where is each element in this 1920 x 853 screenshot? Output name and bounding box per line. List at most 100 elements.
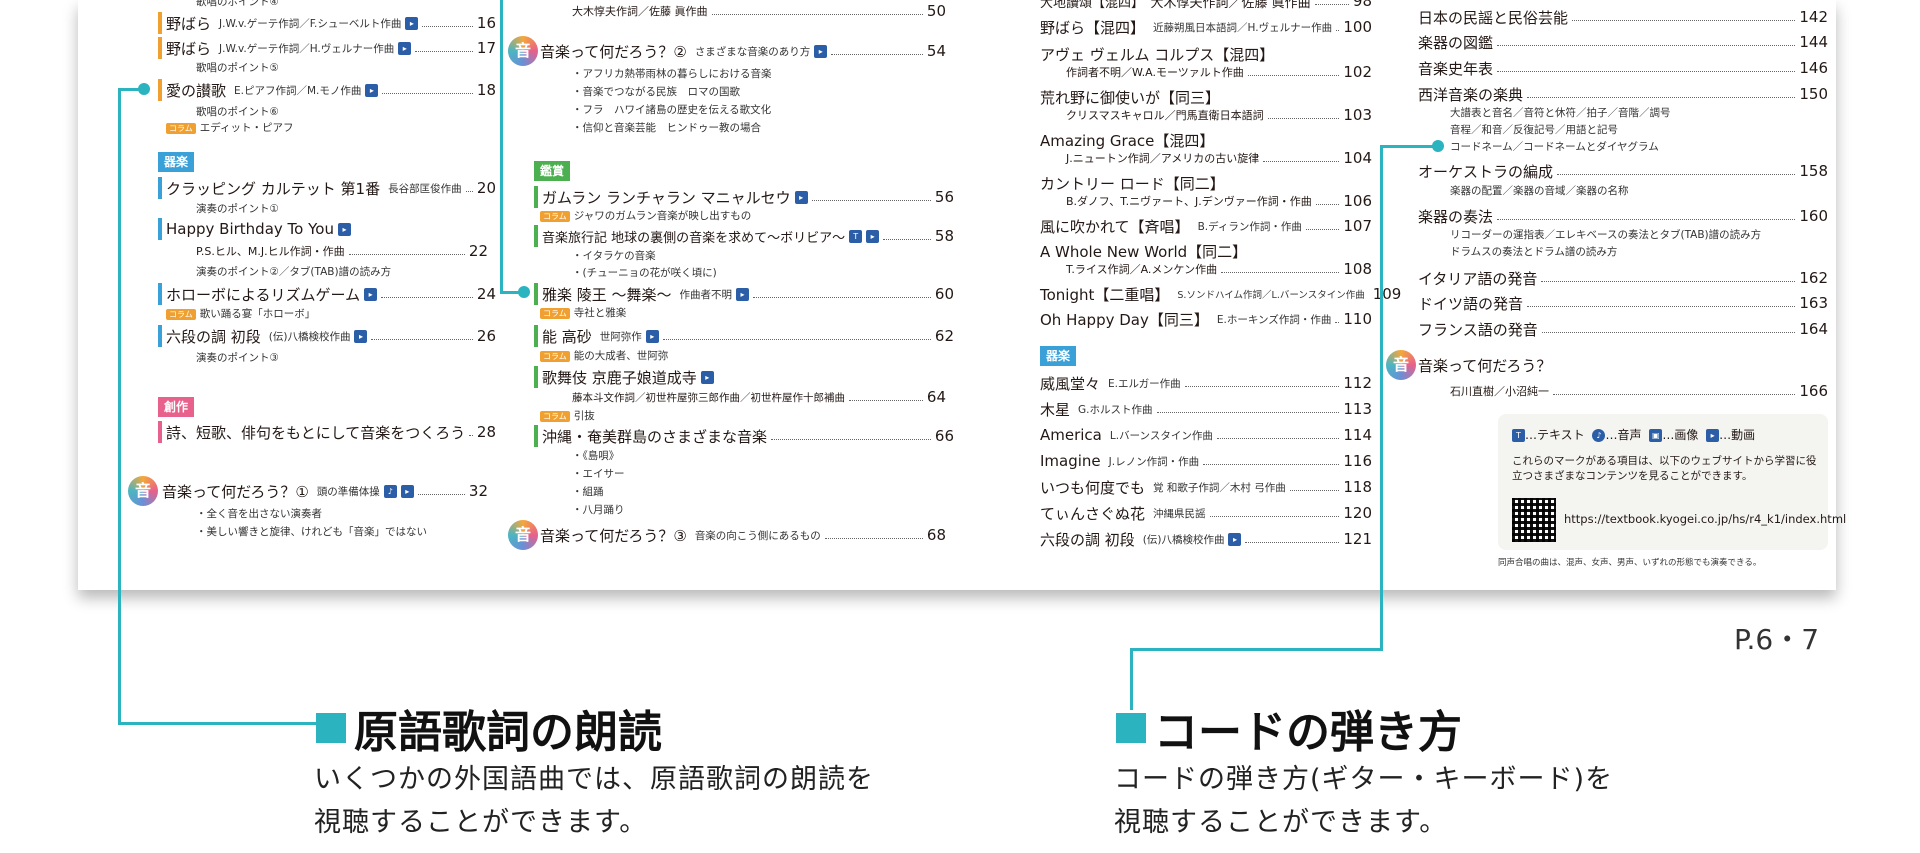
callout-left-line-v (118, 88, 121, 724)
col2-kansho-sub-5: ・組踊 (572, 486, 604, 498)
col3-item-3-credit: クリスマスキャロル／門馬直衛日本語詞 103 (1066, 106, 1372, 124)
col4-item-3[interactable]: 音楽史年表 146 (1418, 57, 1828, 79)
callout-left-heading: 原語歌詞の朗読 (316, 696, 662, 760)
callout-right-line-h2 (1130, 648, 1383, 651)
col2-kansho-1[interactable]: ガムラン ランチャラン マニャルセウ ▸ 56 (534, 186, 954, 208)
col4-sub-5: ドラムスの奏法とドラム譜の読み方 (1450, 246, 1618, 258)
col4-item-1[interactable]: 日本の民謡と民俗芸能 142 (1418, 6, 1828, 28)
col4-item-5[interactable]: オーケストラの編成 158 (1418, 160, 1828, 182)
legend-icons: T …テキスト ♪ …音声 ▣ …画像 ▸ …動画 (1508, 426, 1755, 443)
col1-kigaku-sub-2: 演奏のポイント②／タブ(TAB)譜の読み方 (196, 266, 392, 278)
col1-column-2: コラム 歌い踊る宴「ホローボ」 (166, 306, 315, 321)
col1-sousaku[interactable]: 詩、短歌、俳句をもとにして音楽をつくろう 28 (158, 421, 496, 443)
col1-top-cut: 歌唱のポイント④ (196, 0, 279, 8)
page-reference: P.6・7 (1734, 623, 1820, 656)
callout-left-line-h2 (118, 722, 316, 725)
col4-item-2[interactable]: 楽器の図鑑 144 (1418, 31, 1828, 53)
col1-item-1[interactable]: 野ばら J.W.v.ゲーテ作詞／F.シューベルト作曲 ▸ 16 (158, 12, 496, 34)
col1-sub-1: 歌唱のポイント⑤ (196, 62, 279, 74)
video-icon: ▸ (814, 44, 828, 58)
col2-kansho-sub-3: ・《島唄》 (572, 450, 620, 462)
col3-item-8[interactable]: Tonight【二重唱】 S.ソンドハイム作詞／L.バーンスタイン作曲 109 (1040, 283, 1401, 305)
callout-right-line-v1 (1380, 145, 1383, 650)
col1-ongaku-sub-1: ・全く音を出さない演奏者 (196, 508, 322, 520)
callout-left-desc: いくつかの外国語曲では、原語歌詞の朗読を 視聴することができます。 (314, 764, 874, 838)
col2-kansho-3[interactable]: 雅楽 陵王 ～舞楽～ 作曲者不明 ▸ 60 (534, 283, 954, 305)
col2-kansho-sub-4: ・エイサー (572, 468, 625, 480)
col4-sub-3: 楽器の配置／楽器の音域／楽器の名称 (1450, 185, 1629, 197)
section-sousaku-tag: 創作 (158, 397, 195, 417)
col1-item-2[interactable]: 野ばら J.W.v.ゲーテ作詞／H.ヴェルナー作曲 ▸ 17 (158, 37, 496, 59)
col1-kigaku-2[interactable]: Happy Birthday To You ▸ (158, 218, 496, 240)
col3-kigaku-4[interactable]: Imagine J.レノン作詞・作曲 116 (1040, 450, 1372, 472)
col3-kigaku-3[interactable]: America L.バーンスタイン作曲 114 (1040, 424, 1372, 446)
textbook-contents-page: 歌唱のポイント④ 野ばら J.W.v.ゲーテ作詞／F.シューベルト作曲 ▸ 16… (78, 0, 1846, 590)
digital-content-legend: T …テキスト ♪ …音声 ▣ …画像 ▸ …動画 これらのマークがある項目は、以下のウ… (1498, 414, 1846, 550)
col3-top-cut: 大地讃頌【混四】 大木惇夫作詞／佐藤 眞作曲 98 (1040, 0, 1372, 11)
col1-kigaku-credit: P.S.ヒル、M.J.ヒル作詞・作曲 22 (196, 242, 488, 260)
col2-ongaku-sub-2: ・音楽でつながる民族 ロマの国歌 (572, 86, 740, 98)
col2-kansho-sub-6: ・八月踊り (572, 504, 625, 516)
col3-kigaku-2[interactable]: 木星 G.ホルスト作曲 113 (1040, 398, 1372, 420)
col4-item-7[interactable]: イタリア語の発音 162 (1418, 267, 1828, 289)
section-kigaku-tag-2: 器楽 (1040, 346, 1077, 366)
heading-square-icon (1116, 713, 1146, 743)
col3-kigaku-1[interactable]: 威風堂々 E.エルガー作曲 112 (1040, 372, 1372, 394)
col3-kigaku-5[interactable]: いつも何度でも 覚 和歌子作詞／木村 弓作曲 118 (1040, 476, 1372, 498)
col1-ongaku-sub-2: ・美しい響きと旋律、けれども「音楽」ではない (196, 526, 427, 538)
col2-ongaku-sub-1: ・アフリカ熱帯雨林の暮らしにおける音楽 (572, 68, 772, 80)
col4-item-9[interactable]: フランス語の発音 164 (1418, 318, 1828, 340)
col2-top-cut: 大木惇夫作詞／佐藤 眞作曲 50 (572, 2, 946, 20)
col2-ongaku-sub-3: ・フラ ハワイ諸島の歴史を伝える歌文化 (572, 104, 772, 116)
col1-kigaku-4[interactable]: 六段の調 初段 (伝)八橋検校作曲 ▸ 26 (158, 325, 496, 347)
col2-ongaku-2[interactable]: 音楽って何だろう？② さまざまな音楽のあり方 ▸ 54 (540, 40, 946, 62)
col3-item-1[interactable]: 野ばら【混四】 近藤朔風日本語詞／H.ヴェルナー作曲 100 (1040, 16, 1372, 38)
col3-item-2-credit: 作詞者不明／W.A.モーツァルト作曲 102 (1066, 63, 1372, 81)
col4-sub-4: リコーダーの運指表／エレキベースの奏法とタブ(TAB)譜の読み方 (1450, 229, 1762, 241)
video-icon: ▸ (700, 370, 714, 384)
qr-code-icon[interactable] (1512, 498, 1556, 542)
col3-kigaku-6[interactable]: てぃんさぐぬ花 沖縄県民謡 120 (1040, 502, 1372, 524)
col1-ongaku-1[interactable]: 音楽って何だろう？① 頭の準備体操 ♪ ▸ 32 (162, 480, 488, 502)
audio-icon: ♪ (383, 484, 397, 498)
col4-sub-chord: コードネーム／コードネームとダイヤグラム (1450, 141, 1659, 153)
col2-kansho-6[interactable]: 沖縄・奄美群島のさまざまな音楽 66 (534, 425, 954, 447)
col2-column-3: コラム 能の大成者、世阿弥 (540, 348, 668, 363)
col3-item-4-credit: J.ニュートン作詞／アメリカの古い旋律 104 (1066, 149, 1372, 167)
video-icon: ▸ (398, 41, 412, 55)
callout-right-desc: コードの弾き方(ギター・キーボード)を 視聴することができます。 (1114, 764, 1614, 838)
ongaku-icon: 音 (508, 520, 538, 550)
callout-right-line-h1 (1380, 145, 1438, 148)
col1-column-1: コラム エディット・ピアフ (166, 120, 294, 135)
col4-sub-2: 音程／和音／反復記号／用語と記号 (1450, 124, 1618, 136)
col4-ongaku-credit: 石川直樹／小沼純一 166 (1450, 382, 1828, 400)
footnote: 同声合唱の曲は、混声、女声、男声、いずれの形態でも演奏できる。 (1498, 558, 1762, 568)
col4-item-4[interactable]: 西洋音楽の楽典 150 (1418, 83, 1828, 105)
video-icon: ▸ (365, 83, 379, 97)
col2-kansho-sub-2: ・(チューニョの花が咲く頃に) (572, 267, 717, 279)
content-url-link[interactable]: https://textbook.kyogei.co.jp/hs/r4_k1/i… (1564, 512, 1846, 526)
col3-item-9[interactable]: Oh Happy Day【同三】 E.ホーキンズ作詞・作曲 110 (1040, 308, 1372, 330)
col2-ongaku-3[interactable]: 音楽って何だろう？③ 音楽の向こう側にあるもの 68 (540, 524, 946, 546)
video-icon: ▸ (736, 287, 750, 301)
col2-kansho-5[interactable]: 歌舞伎 京鹿子娘道成寺 ▸ (534, 366, 954, 388)
col3-item-6[interactable]: 風に吹かれて【斉唱】 B.ディラン作詞・作曲 107 (1040, 215, 1372, 237)
col1-kigaku-3[interactable]: ホローボによるリズムゲーム ▸ 24 (158, 283, 496, 305)
col2-kansho-4[interactable]: 能 高砂 世阿弥作 ▸ 62 (534, 325, 954, 347)
col2-kansho-2[interactable]: 音楽旅行記 地球の裏側の音楽を求めて～ボリビア～ T ▸ 58 (534, 225, 954, 247)
text-icon: T (1512, 429, 1525, 442)
col1-kigaku-1[interactable]: クラッピング カルテット 第1番 長谷部匡俊作曲 20 (158, 177, 496, 199)
callout-left-marker-2 (518, 286, 530, 298)
video-icon: ▸ (405, 16, 419, 30)
col4-ongaku[interactable]: 音楽って何だろう？ (1418, 354, 1828, 376)
col4-item-8[interactable]: ドイツ語の発音 163 (1418, 292, 1828, 314)
col2-kansho-credit: 藤本斗文作詞／初世杵屋弥三郎作曲／初世杵屋作十郎補曲 64 (572, 388, 946, 406)
section-kigaku-tag: 器楽 (158, 152, 195, 172)
col1-item-3[interactable]: 愛の讃歌 E.ピアフ作詞／M.モノ作曲 ▸ 18 (158, 79, 496, 101)
video-icon: ▸ (354, 329, 368, 343)
col1-kigaku-sub-3: 演奏のポイント③ (196, 352, 279, 364)
col3-kigaku-7[interactable]: 六段の調 初段 (伝)八橋検校作曲 ▸ 121 (1040, 528, 1372, 550)
col2-column-2: コラム 寺社と雅楽 (540, 305, 626, 320)
callout-right-heading: コードの弾き方 (1116, 696, 1462, 760)
col4-item-6[interactable]: 楽器の奏法 160 (1418, 205, 1828, 227)
